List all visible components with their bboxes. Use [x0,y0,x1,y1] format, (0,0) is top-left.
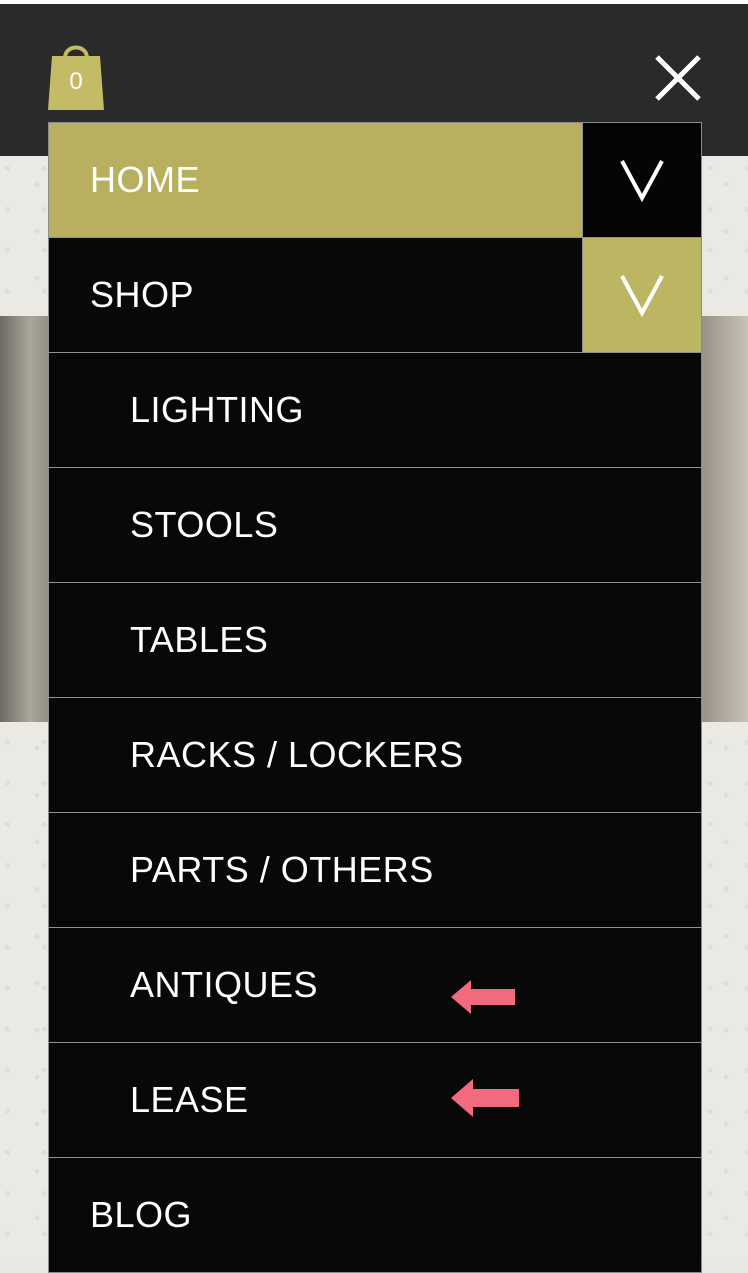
cart-button[interactable]: 0 [48,40,104,110]
menu-item-home[interactable]: HOME [49,123,701,238]
menu-item-antiques[interactable]: ANTIQUES [49,928,701,1043]
menu-item-label: TABLES [130,619,269,660]
menu-item-tables[interactable]: TABLES [49,583,701,698]
cart-count: 0 [69,68,83,95]
menu-item-parts-others[interactable]: PARTS / OTHERS [49,813,701,928]
menu-item-label: LEASE [130,1079,249,1120]
menu-item-blog[interactable]: BLOG [49,1158,701,1272]
menu-item-label: LIGHTING [130,389,305,430]
menu-item-label: HOME [90,159,200,200]
home-expand-toggle[interactable] [582,123,701,237]
menu-item-shop[interactable]: SHOP [49,238,701,353]
shop-expand-toggle[interactable] [582,238,701,352]
menu-item-label: ANTIQUES [130,964,319,1005]
chevron-down-icon [620,275,664,317]
menu-item-label: RACKS / LOCKERS [130,734,464,775]
menu-item-label: SHOP [90,274,195,315]
pointer-arrow-icon [451,1079,519,1117]
menu-item-racks-lockers[interactable]: RACKS / LOCKERS [49,698,701,813]
menu-item-shop-link[interactable]: SHOP [49,238,582,352]
menu-item-label: PARTS / OTHERS [130,849,434,890]
menu-item-stools[interactable]: STOOLS [49,468,701,583]
chevron-down-icon [620,160,664,202]
navigation-menu: HOME SHOP LIGHTING STOOLS TABLES RACKS /… [48,122,702,1273]
menu-item-lighting[interactable]: LIGHTING [49,353,701,468]
menu-item-home-link[interactable]: HOME [49,123,582,237]
close-menu-button[interactable] [652,52,704,104]
close-icon [655,55,701,101]
menu-item-lease[interactable]: LEASE [49,1043,701,1158]
pointer-arrow-icon [451,980,515,1014]
menu-item-label: BLOG [90,1194,193,1235]
menu-item-label: STOOLS [130,504,279,545]
